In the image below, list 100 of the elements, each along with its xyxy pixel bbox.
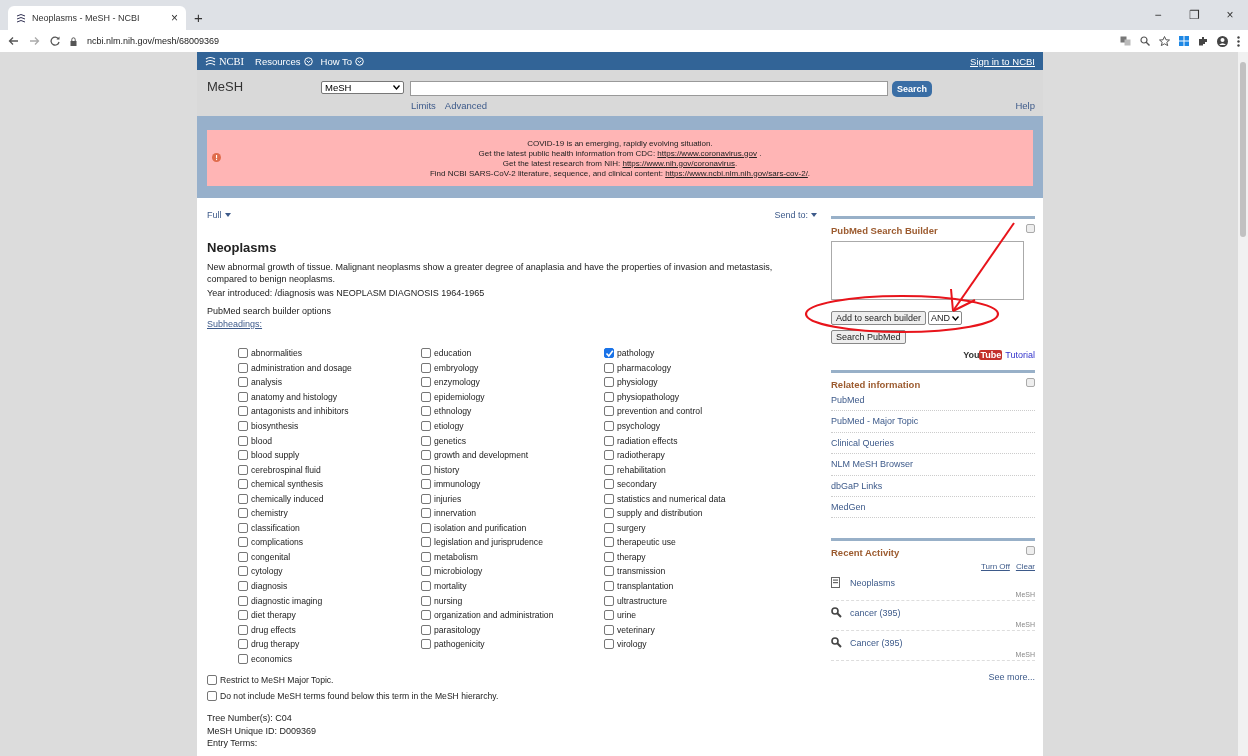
checkbox[interactable]: [604, 537, 614, 548]
activity-link[interactable]: Cancer (395): [850, 637, 903, 648]
checkbox[interactable]: [238, 377, 248, 388]
tutorial-link[interactable]: Tutorial: [1005, 350, 1035, 360]
checkbox[interactable]: [238, 348, 248, 359]
checkbox[interactable]: [421, 566, 431, 577]
activity-link[interactable]: Neoplasms: [850, 577, 896, 588]
operator-dropdown[interactable]: AND: [928, 311, 963, 325]
related-link[interactable]: Clinical Queries: [831, 432, 1035, 455]
checkbox[interactable]: [238, 508, 248, 519]
search-link[interactable]: Advanced: [444, 100, 488, 111]
display-menu[interactable]: Full: [207, 210, 231, 220]
send-to-menu[interactable]: Send to:: [774, 210, 817, 220]
checkbox[interactable]: [238, 362, 248, 373]
checkbox[interactable]: [238, 464, 248, 475]
checkbox[interactable]: [238, 639, 248, 650]
alert-link[interactable]: https://www.coronavirus.gov: [657, 148, 757, 158]
checkbox[interactable]: [421, 537, 431, 548]
checkbox[interactable]: [604, 377, 614, 388]
checkbox[interactable]: [238, 493, 248, 504]
checkbox[interactable]: [238, 537, 248, 548]
checkbox[interactable]: [421, 639, 431, 650]
checkbox[interactable]: [238, 421, 248, 431]
related-link[interactable]: NLM MeSH Browser: [831, 454, 1035, 476]
checkbox[interactable]: [238, 581, 248, 591]
checkbox[interactable]: [238, 566, 248, 577]
checkbox[interactable]: [421, 464, 431, 475]
checkbox[interactable]: [604, 508, 614, 519]
checkbox[interactable]: [421, 551, 431, 562]
checkbox[interactable]: [604, 493, 614, 504]
checkbox[interactable]: [421, 421, 431, 431]
clear-link[interactable]: Clear: [1015, 562, 1035, 572]
puzzle-icon[interactable]: [1198, 36, 1208, 46]
checkbox[interactable]: [238, 479, 248, 490]
checkbox[interactable]: [604, 624, 614, 635]
search-button[interactable]: Search: [892, 81, 933, 97]
checkbox[interactable]: [238, 595, 248, 606]
add-to-builder-button[interactable]: Add to search builder: [831, 311, 927, 325]
account-icon[interactable]: [1217, 35, 1228, 47]
translate-icon[interactable]: [1120, 36, 1131, 46]
checkbox[interactable]: [604, 566, 614, 577]
checkbox[interactable]: [238, 522, 248, 533]
checkbox[interactable]: [604, 610, 614, 621]
checkbox[interactable]: [421, 624, 431, 635]
checkbox[interactable]: [207, 691, 217, 702]
checkbox[interactable]: [207, 675, 217, 686]
checkbox[interactable]: [604, 639, 614, 650]
checkbox[interactable]: [238, 610, 248, 621]
checkbox[interactable]: [604, 551, 614, 562]
turn-off-link[interactable]: Turn Off: [980, 562, 1010, 572]
caret-icon[interactable]: [811, 213, 817, 217]
checkbox[interactable]: [421, 522, 431, 533]
checkbox[interactable]: [421, 450, 431, 461]
caret-icon[interactable]: [224, 213, 231, 217]
checkbox[interactable]: [421, 508, 431, 519]
close-button[interactable]: ×: [1212, 8, 1248, 22]
scrollbar[interactable]: [1238, 52, 1248, 756]
checkbox[interactable]: [421, 362, 431, 373]
checkbox[interactable]: [604, 450, 614, 461]
minimize-button[interactable]: −: [1140, 8, 1176, 22]
checkbox[interactable]: [421, 435, 431, 446]
sign-in-link[interactable]: Sign in to NCBI: [970, 55, 1035, 67]
restore-button[interactable]: ❐: [1176, 8, 1212, 22]
checkbox[interactable]: [604, 362, 614, 373]
checkbox[interactable]: [238, 653, 248, 664]
checkbox[interactable]: [421, 377, 431, 388]
browser-tab[interactable]: Neoplasms - MeSH - NCBI ×: [8, 6, 186, 30]
checkbox[interactable]: [421, 348, 431, 359]
checkbox[interactable]: [238, 624, 248, 635]
chevron-down-icon[interactable]: [303, 56, 313, 66]
alert-link[interactable]: https://www.ncbi.nlm.nih.gov/sars-cov-2/: [665, 168, 808, 178]
checkbox[interactable]: [421, 493, 431, 504]
checkbox[interactable]: [238, 406, 248, 417]
help-link[interactable]: Help: [1015, 100, 1035, 111]
checkbox[interactable]: [421, 391, 431, 402]
builder-text-area[interactable]: [831, 241, 1024, 300]
activity-link[interactable]: cancer (395): [850, 607, 901, 618]
address-field[interactable]: ncbi.nlm.nih.gov/mesh/68009369: [87, 36, 220, 46]
checkbox[interactable]: [604, 595, 614, 606]
see-more-link[interactable]: See more...: [831, 672, 1035, 683]
reload-icon[interactable]: [50, 36, 60, 46]
checkbox[interactable]: [604, 435, 614, 446]
star-icon[interactable]: [1159, 36, 1170, 46]
subheadings-link[interactable]: Subheadings:: [207, 319, 263, 329]
checkbox[interactable]: [604, 421, 614, 431]
back-icon[interactable]: [8, 36, 19, 46]
checkbox[interactable]: [238, 391, 248, 402]
collapse-button[interactable]: [1026, 546, 1035, 556]
menu-link[interactable]: Resources: [255, 55, 301, 67]
menu-icon[interactable]: [1237, 35, 1240, 47]
new-tab-button[interactable]: +: [194, 9, 203, 26]
alert-link[interactable]: https://www.nih.gov/coronavirus: [622, 158, 735, 168]
close-tab-button[interactable]: ×: [171, 11, 178, 25]
related-link[interactable]: MedGen: [831, 496, 1035, 519]
ncbi-logo[interactable]: NCBI: [219, 55, 245, 67]
checkbox[interactable]: [421, 479, 431, 490]
checkbox[interactable]: [238, 450, 248, 461]
windows-icon[interactable]: [1179, 36, 1189, 46]
caret-icon[interactable]: [952, 315, 960, 321]
checkbox[interactable]: [604, 391, 614, 402]
